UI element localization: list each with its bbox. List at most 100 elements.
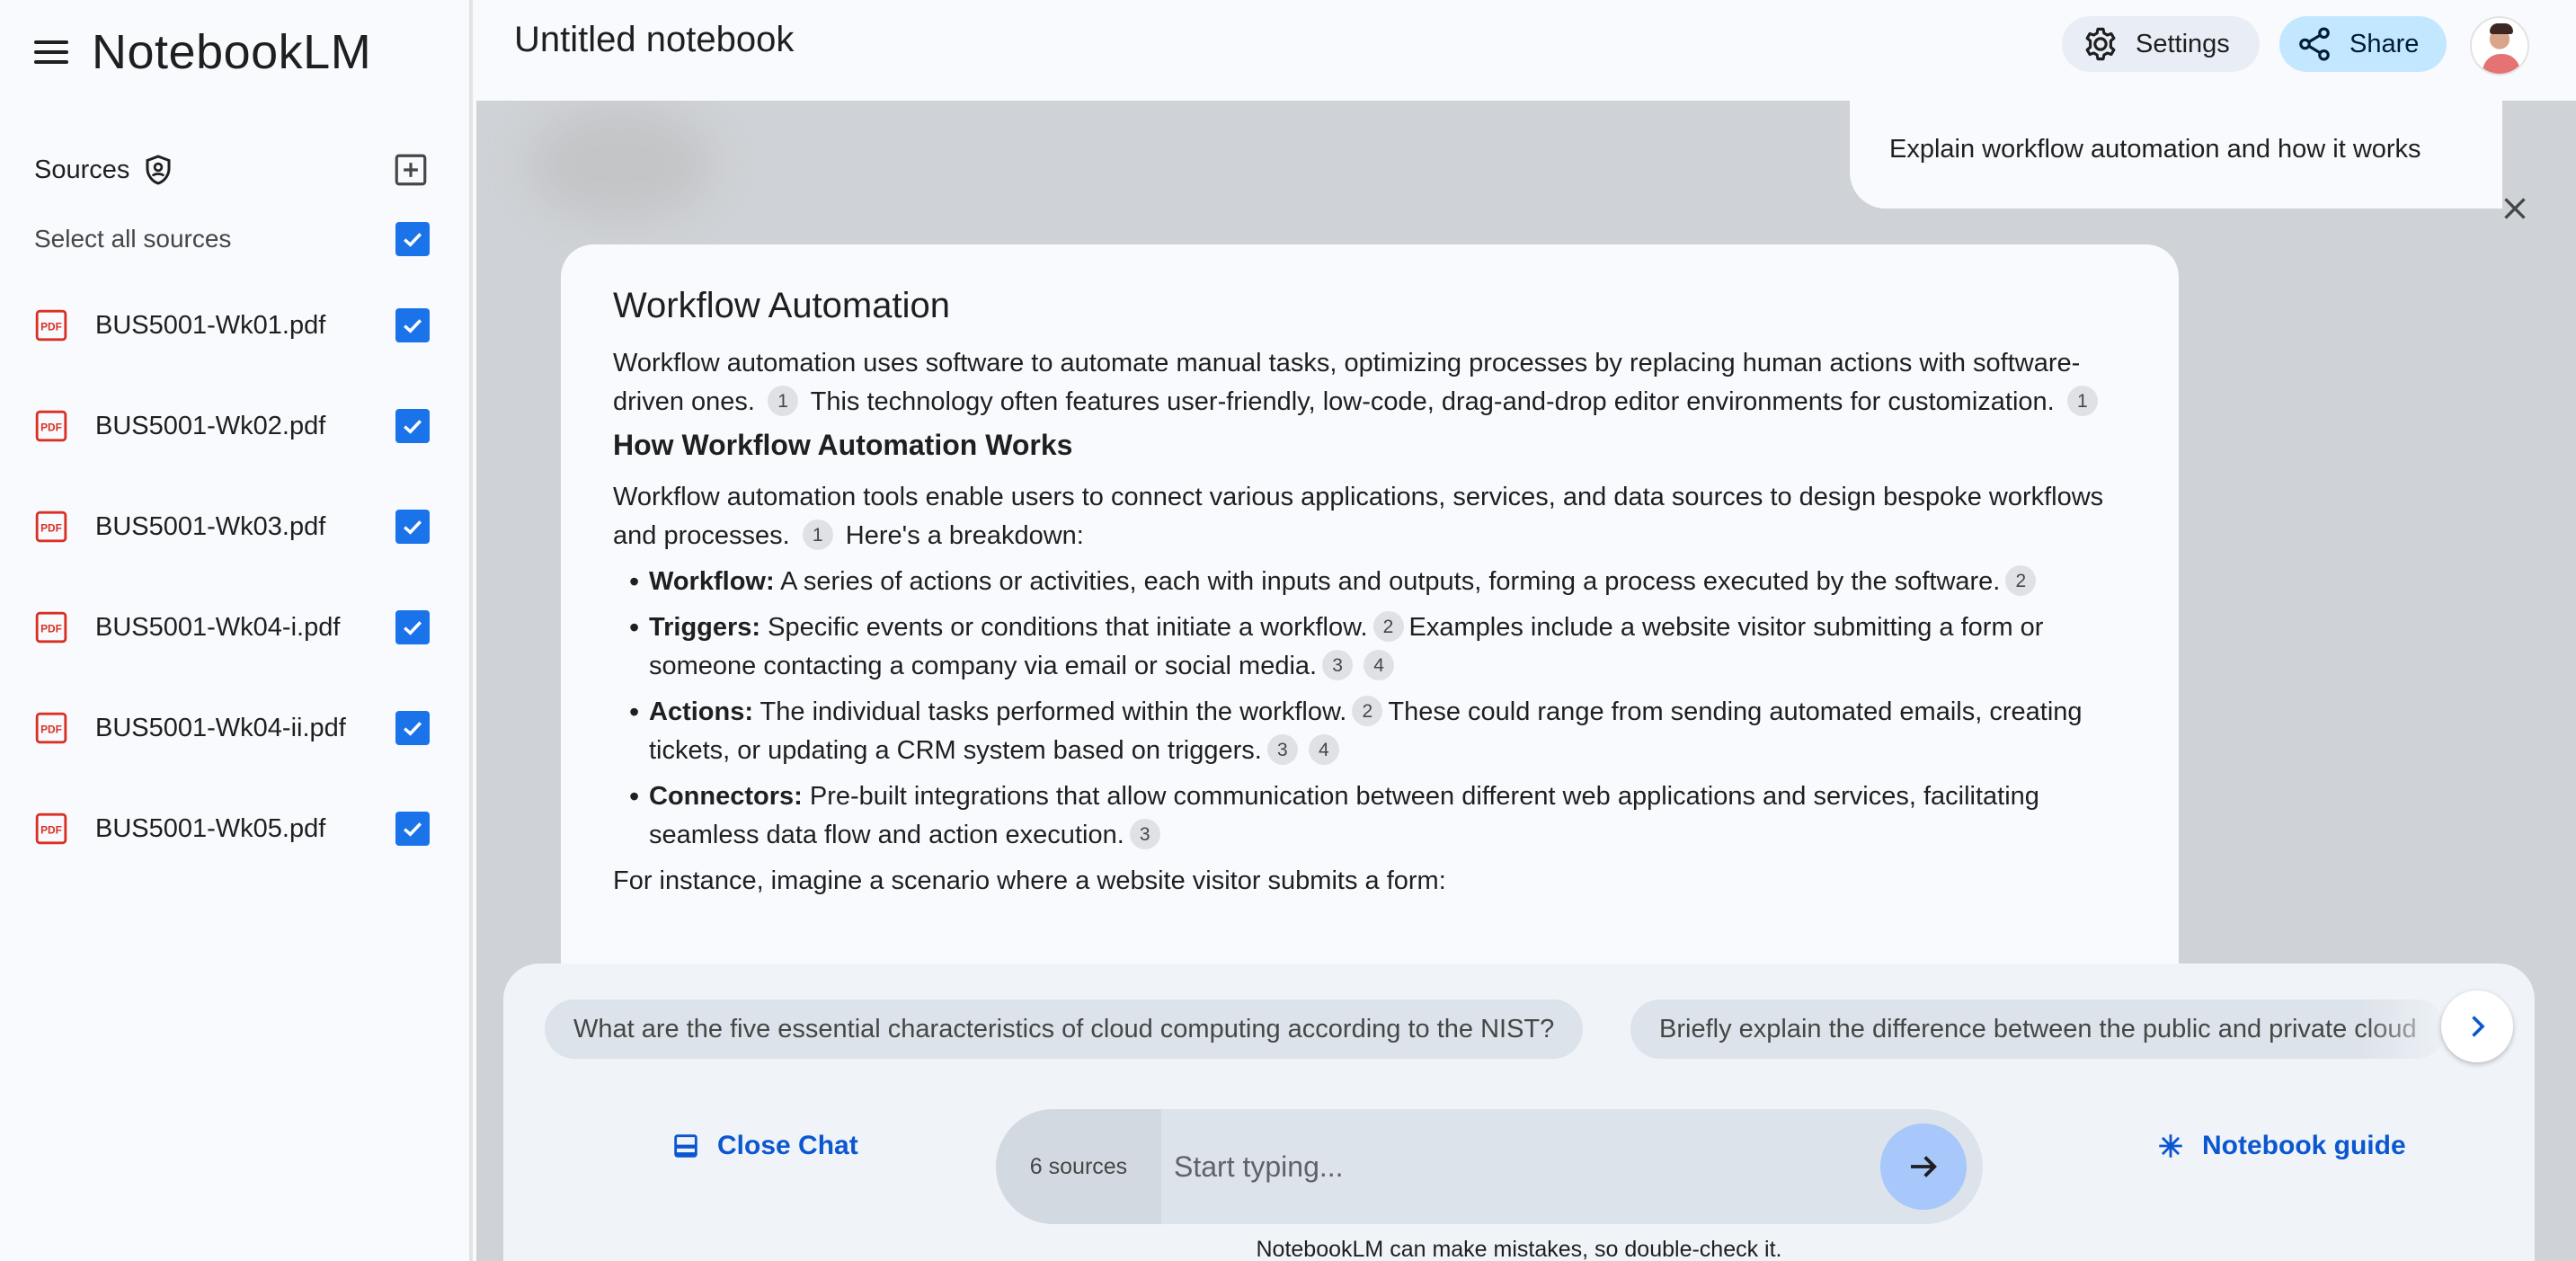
source-item[interactable]: PDF BUS5001-Wk04-ii.pdf: [34, 703, 430, 753]
sources-sidebar: NotebookLM Sources Select all sources PD…: [0, 0, 473, 1261]
bullet-term: Actions:: [649, 697, 753, 726]
suggestion-chips: What are the five essential characterist…: [545, 999, 2504, 1059]
share-icon: [2299, 27, 2330, 61]
response-bullets: Workflow: A series of actions or activit…: [613, 563, 2127, 855]
source-item[interactable]: PDF BUS5001-Wk01.pdf: [34, 300, 430, 351]
response-bullet: Connectors: Pre-built integrations that …: [613, 777, 2127, 855]
citation-badge[interactable]: 1: [2066, 386, 2098, 417]
citation-badge[interactable]: 3: [1129, 819, 1160, 850]
select-all-checkbox[interactable]: [395, 222, 430, 256]
avatar[interactable]: [2470, 16, 2529, 75]
response-paragraph: Workflow automation tools enable users t…: [613, 478, 2127, 555]
sources-count-badge[interactable]: 6 sources: [996, 1109, 1161, 1224]
response-closing: For instance, imagine a scenario where a…: [613, 866, 1446, 895]
sparkle-icon: [2159, 1134, 2182, 1158]
pdf-icon: PDF: [35, 712, 67, 744]
pdf-icon: PDF: [35, 611, 67, 644]
pdf-icon: PDF: [35, 410, 67, 442]
suggestion-chip[interactable]: What are the five essential characterist…: [545, 999, 1584, 1059]
source-name: BUS5001-Wk04-ii.pdf: [95, 713, 346, 742]
close-icon[interactable]: [2499, 192, 2531, 225]
citation-badge[interactable]: 1: [802, 519, 833, 551]
disclaimer-text: NotebookLM can make mistakes, so double-…: [1256, 1237, 1782, 1261]
menu-icon[interactable]: [32, 38, 70, 67]
chat-input-panel: What are the five essential characterist…: [503, 964, 2535, 1261]
next-suggestions-button[interactable]: [2441, 990, 2513, 1062]
notebook-guide-label: Notebook guide: [2202, 1131, 2406, 1160]
pdf-icon: PDF: [35, 813, 67, 845]
source-checkbox[interactable]: [395, 409, 430, 443]
select-all-label: Select all sources: [34, 225, 232, 253]
pdf-icon: PDF: [35, 511, 67, 543]
close-chat-button[interactable]: Close Chat: [671, 1131, 858, 1161]
svg-text:PDF: PDF: [40, 724, 62, 736]
check-icon: [404, 621, 422, 635]
paragraph-text-b: Here's a breakdown:: [845, 521, 1084, 550]
send-button[interactable]: [1880, 1123, 1967, 1210]
citation-badge[interactable]: 4: [1308, 734, 1339, 766]
notebook-guide-button[interactable]: Notebook guide: [2155, 1131, 2406, 1161]
select-all-row[interactable]: Select all sources: [34, 218, 430, 261]
notebook-title[interactable]: Untitled notebook: [514, 20, 794, 60]
chat-area: Explain workflow automation and how it w…: [476, 101, 2576, 1261]
citation-badge[interactable]: 2: [1352, 696, 1383, 727]
source-item[interactable]: PDF BUS5001-Wk05.pdf: [34, 804, 430, 854]
pdf-icon: PDF: [35, 309, 67, 342]
check-icon: [404, 319, 422, 333]
svg-text:PDF: PDF: [40, 321, 62, 333]
share-label: Share: [2349, 29, 2420, 58]
source-checkbox[interactable]: [395, 308, 430, 342]
bullet-text: The individual tasks performed within th…: [759, 697, 1347, 726]
suggestion-chip[interactable]: Briefly explain the difference between t…: [1630, 999, 2446, 1059]
source-item[interactable]: PDF BUS5001-Wk04-i.pdf: [34, 602, 430, 653]
response-intro: Workflow automation uses software to aut…: [613, 344, 2127, 422]
top-bar: Untitled notebook Settings Share: [476, 0, 2576, 101]
settings-button[interactable]: Settings: [2062, 16, 2260, 72]
bullet-term: Triggers:: [649, 613, 761, 642]
response-subtitle: How Workflow Automation Works: [613, 429, 1073, 461]
sources-header: Sources: [34, 147, 430, 192]
response-title: Workflow Automation: [613, 286, 950, 325]
source-item[interactable]: PDF BUS5001-Wk02.pdf: [34, 401, 430, 451]
bullet-text: Specific events or conditions that initi…: [768, 613, 1368, 642]
arrow-right-icon: [1911, 1156, 1937, 1177]
source-name: BUS5001-Wk01.pdf: [95, 310, 326, 340]
source-checkbox[interactable]: [395, 510, 430, 544]
user-message-bubble: Explain workflow automation and how it w…: [1850, 101, 2502, 209]
svg-text:PDF: PDF: [40, 522, 62, 535]
share-button[interactable]: Share: [2279, 16, 2447, 72]
shield-icon[interactable]: [142, 152, 174, 188]
source-item[interactable]: PDF BUS5001-Wk03.pdf: [34, 502, 430, 552]
app-logo-text: NotebookLM: [92, 25, 372, 79]
citation-badge[interactable]: 2: [2005, 565, 2037, 597]
svg-text:PDF: PDF: [40, 623, 62, 635]
check-icon: [404, 722, 422, 736]
chat-panel-icon: [674, 1134, 697, 1158]
source-checkbox[interactable]: [395, 812, 430, 846]
svg-text:PDF: PDF: [40, 422, 62, 434]
citation-badge[interactable]: 4: [1364, 650, 1395, 681]
check-icon: [404, 520, 422, 535]
check-icon: [404, 822, 422, 837]
bullet-text: A series of actions or activities, each …: [780, 567, 2001, 596]
bullet-text: Pre-built integrations that allow commun…: [649, 782, 2039, 849]
response-bullet: Triggers: Specific events or conditions …: [613, 608, 2127, 686]
source-checkbox[interactable]: [395, 711, 430, 745]
svg-text:PDF: PDF: [40, 824, 62, 837]
bullet-term: Connectors:: [649, 782, 803, 811]
response-bullet: Actions: The individual tasks performed …: [613, 693, 2127, 770]
source-checkbox[interactable]: [395, 610, 430, 644]
check-icon: [404, 233, 422, 247]
chevron-right-icon: [2472, 1016, 2485, 1037]
background-blur: [530, 110, 710, 218]
citation-badge[interactable]: 3: [1322, 650, 1354, 681]
add-source-icon[interactable]: [392, 151, 430, 189]
response-bullet: Workflow: A series of actions or activit…: [613, 563, 2127, 601]
citation-badge[interactable]: 2: [1372, 611, 1404, 643]
chat-input[interactable]: [1174, 1131, 1839, 1203]
citation-badge[interactable]: 1: [768, 386, 799, 417]
source-name: BUS5001-Wk03.pdf: [95, 511, 326, 541]
sources-title: Sources: [34, 155, 130, 184]
source-name: BUS5001-Wk04-i.pdf: [95, 612, 341, 642]
citation-badge[interactable]: 3: [1266, 734, 1298, 766]
